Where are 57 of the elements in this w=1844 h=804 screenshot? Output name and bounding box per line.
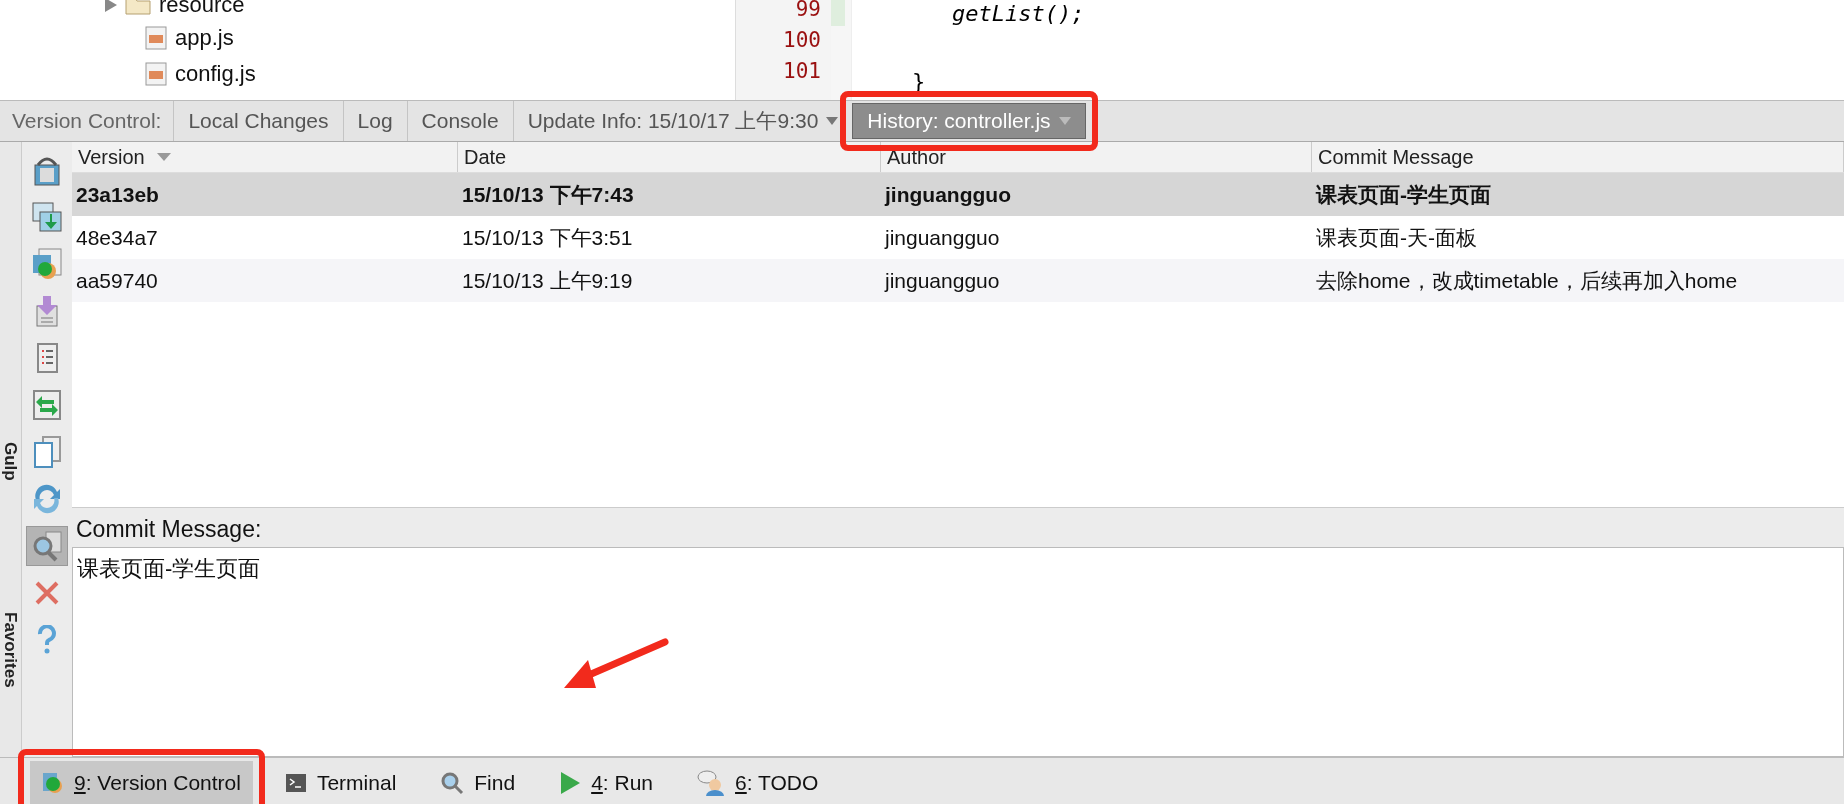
- column-header-label: Commit Message: [1318, 145, 1474, 169]
- vcs-icon: [42, 771, 64, 794]
- diff-icon: [30, 388, 64, 422]
- search-icon: [440, 770, 465, 795]
- side-tab[interactable]: Favorites: [0, 612, 20, 688]
- table-row[interactable]: 23a13eb 15/10/13 下午7:43 jinguangguo 课表页面-学生页面: [72, 173, 1844, 216]
- js-file-icon: [145, 62, 167, 86]
- table-cell-text: 课表页面-学生页面: [1314, 181, 1492, 208]
- table-cell-text: jinguangguo: [883, 181, 1012, 208]
- sort-caret-icon: [156, 153, 171, 161]
- tool-window-button[interactable]: 4: Run: [547, 760, 666, 804]
- shapes-icon: [30, 247, 64, 281]
- change-marker: [831, 0, 845, 26]
- table-cell-text: 15/10/13 上午9:19: [461, 267, 634, 294]
- table-cell-text: 15/10/13 下午3:51: [461, 224, 634, 251]
- table-row[interactable]: 48e34a7 15/10/13 下午3:51 jinguangguo 课表页面-天-面板: [72, 216, 1844, 259]
- compare-icon: [30, 200, 64, 234]
- tool-window-button[interactable]: 9: Version Control: [30, 760, 253, 804]
- js-file-icon: [145, 26, 167, 50]
- table-cell-text: 23a13eb: [75, 181, 160, 208]
- folder-icon: [125, 0, 151, 15]
- todo-icon: [697, 769, 726, 796]
- table-cell-text: 15/10/13 下午7:43: [461, 181, 635, 208]
- table-cell-text: 课表页面-天-面板: [1315, 224, 1478, 251]
- commit-message-label: Commit Message:: [72, 508, 1844, 547]
- table-cell-text: aa59740: [75, 267, 159, 294]
- table-cell-text: jinguangguo: [883, 224, 1001, 251]
- table-cell-text: 去除home，改成timetable，后续再加入home: [1315, 267, 1739, 294]
- table-row[interactable]: aa59740 15/10/13 上午9:19 jinguangguo 去除home，改成timetable，后续再加入home: [72, 259, 1844, 302]
- table-cell-text: jinguangguo: [883, 267, 1001, 294]
- side-tab[interactable]: Gulp: [0, 442, 20, 481]
- terminal-icon: [284, 772, 307, 793]
- column-header-label: Version: [78, 145, 145, 169]
- column-header[interactable]: Author: [881, 142, 1312, 172]
- collapsed-arrow-icon[interactable]: [105, 0, 117, 12]
- tool-window-title: Version Control:: [12, 108, 163, 134]
- close-icon: [33, 579, 61, 607]
- commit-message-field[interactable]: 课表页面-学生页面: [72, 547, 1844, 757]
- column-header[interactable]: Commit Message: [1312, 142, 1844, 172]
- line-number: 101: [782, 58, 821, 85]
- tool-window-button[interactable]: Find: [428, 760, 528, 804]
- run-icon: [559, 770, 582, 795]
- tree-item-label[interactable]: app.js: [175, 25, 234, 51]
- tool-window-button[interactable]: Terminal: [272, 760, 409, 804]
- line-number: 99: [794, 0, 821, 23]
- table-cell-text: 48e34a7: [75, 224, 159, 251]
- toolbar-button[interactable]: [26, 526, 68, 566]
- line-number: 100: [782, 27, 821, 54]
- tree-item-label[interactable]: resource: [159, 0, 245, 18]
- help-icon: [35, 625, 59, 655]
- column-header-label: Author: [887, 145, 946, 169]
- code-line: getList();: [952, 1, 1085, 26]
- column-header-label: Date: [464, 145, 507, 169]
- column-header[interactable]: Version: [72, 142, 458, 172]
- tool-window-button[interactable]: 6: TODO: [685, 760, 831, 804]
- column-header[interactable]: Date: [458, 142, 881, 172]
- tree-item-label[interactable]: config.js: [175, 61, 256, 87]
